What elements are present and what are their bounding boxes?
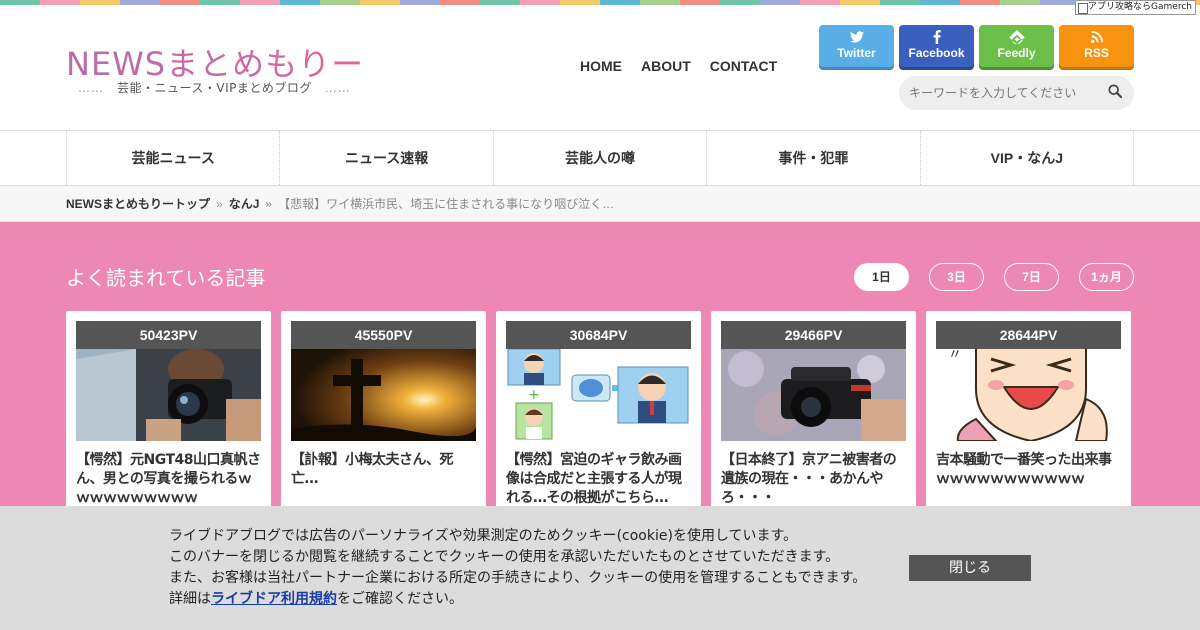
- article-title[interactable]: 【愕然】宮迫のギャラ飲み画像は合成だと主張する人が現れる…その根拠がこちら…: [506, 451, 691, 508]
- category-vip-nanj[interactable]: VIP・なんJ: [919, 131, 1135, 185]
- tagline-dots-right: ……: [324, 81, 351, 95]
- article-title[interactable]: 【訃報】小梅太夫さん、死亡…: [291, 451, 476, 489]
- rss-label: RSS: [1084, 46, 1109, 60]
- article-title[interactable]: 吉本騒動で一番笑った出来事ｗｗｗｗｗｗｗｗｗｗｗ: [936, 451, 1121, 489]
- search-box: [899, 76, 1134, 110]
- pageview-count: 50423PV: [76, 321, 261, 349]
- cookie-banner: ライブドアブログでは広告のパーソナライズや効果測定のためクッキー(cookie)…: [0, 506, 1200, 630]
- top-nav: HOME ABOUT CONTACT: [580, 58, 796, 74]
- tab-3days[interactable]: 3日: [929, 263, 984, 291]
- popular-title: よく読まれている記事: [66, 266, 266, 290]
- article-cards: 50423PV 【愕然】元NGT48山口真帆さん、男との写真を撮られるｗｗｗｗｗ…: [66, 311, 1131, 511]
- category-celebrity-rumors[interactable]: 芸能人の噂: [492, 131, 706, 185]
- category-crime[interactable]: 事件・犯罪: [706, 131, 919, 185]
- breadcrumb-separator: »: [265, 197, 273, 211]
- article-title[interactable]: 【愕然】元NGT48山口真帆さん、男との写真を撮られるｗｗｗｗｗｗｗｗｗｗ: [76, 451, 261, 508]
- cookie-text: ライブドアブログでは広告のパーソナライズや効果測定のためクッキー(cookie)…: [169, 526, 866, 610]
- face-swap-illustration-thumbnail[interactable]: +: [506, 349, 691, 441]
- social-buttons: Twitter Facebook Feedly RSS: [819, 25, 1134, 67]
- terms-link[interactable]: ライブドア利用規約: [211, 591, 337, 607]
- article-card[interactable]: 29466PV 【日本終了】京アニ被害者の遺族の現在・・・あかんやろ・・・: [711, 311, 916, 511]
- cookie-line-suffix: をご確認ください。: [337, 591, 463, 607]
- rss-icon: [1059, 30, 1134, 46]
- article-card[interactable]: 28644PV 〃 吉本騒動で一番笑った出来事ｗｗｗｗｗｗｗｗｗｗｗ: [926, 311, 1131, 511]
- laughing-woman-illustration-thumbnail[interactable]: 〃: [936, 349, 1121, 441]
- twitter-icon: [819, 30, 894, 46]
- cookie-line: ライブドアブログでは広告のパーソナライズや効果測定のためクッキー(cookie)…: [169, 528, 798, 544]
- article-card[interactable]: 50423PV 【愕然】元NGT48山口真帆さん、男との写真を撮られるｗｗｗｗｗ…: [66, 311, 271, 511]
- feedly-button[interactable]: Feedly: [979, 25, 1054, 67]
- nav-about[interactable]: ABOUT: [641, 58, 691, 74]
- site-header: NEWSまとめもりー …… 芸能・ニュース・VIPまとめブログ …… HOME …: [0, 5, 1200, 130]
- cookie-line-prefix: 詳細は: [169, 591, 211, 607]
- pageview-count: 28644PV: [936, 321, 1121, 349]
- article-card[interactable]: 30684PV + 【愕然】宮迫のギャラ飲み画像は合成だと主張する人が現れる…そ…: [496, 311, 701, 511]
- feedly-icon: [979, 30, 1054, 46]
- pageview-count: 29466PV: [721, 321, 906, 349]
- tab-1month[interactable]: 1ヵ月: [1079, 263, 1134, 291]
- twitter-label: Twitter: [837, 46, 876, 60]
- breadcrumb-separator: »: [216, 197, 223, 211]
- article-title[interactable]: 【日本終了】京アニ被害者の遺族の現在・・・あかんやろ・・・: [721, 451, 906, 508]
- period-tabs: 1日 3日 7日 1ヵ月: [854, 263, 1134, 291]
- category-breaking-news[interactable]: ニュース速報: [279, 131, 492, 185]
- category-entertainment-news[interactable]: 芸能ニュース: [66, 131, 279, 185]
- cross-sunset-thumbnail[interactable]: [291, 349, 476, 441]
- cookie-close-button[interactable]: 閉じる: [909, 555, 1031, 581]
- pageview-count: 45550PV: [291, 321, 476, 349]
- video-camera-thumbnail[interactable]: [721, 349, 906, 441]
- article-card[interactable]: 45550PV 【訃報】小梅太夫さん、死亡…: [281, 311, 486, 511]
- feedly-label: Feedly: [997, 46, 1036, 60]
- cookie-line: 詳細はライブドア利用規約をご確認ください。: [169, 589, 866, 610]
- facebook-button[interactable]: Facebook: [899, 25, 974, 67]
- tab-1day[interactable]: 1日: [854, 263, 909, 291]
- nav-home[interactable]: HOME: [580, 58, 622, 74]
- site-tagline: …… 芸能・ニュース・VIPまとめブログ ……: [78, 79, 351, 96]
- cookie-line: また、お客様は当社パートナー企業における所定の手続きにより、クッキーの使用を管理…: [169, 570, 867, 586]
- breadcrumb: NEWSまとめもりートップ » なんJ » 【悲報】ワイ横浜市民、埼玉に住まされる事にな…: [0, 186, 1200, 222]
- tab-7days[interactable]: 7日: [1004, 263, 1059, 291]
- tagline-text: 芸能・ニュース・VIPまとめブログ: [116, 81, 312, 95]
- nav-contact[interactable]: CONTACT: [710, 58, 777, 74]
- breadcrumb-current: 【悲報】ワイ横浜市民、埼玉に住まされる事になり咽び泣く…: [278, 197, 615, 211]
- breadcrumb-category[interactable]: なんJ: [229, 197, 260, 211]
- facebook-icon: [899, 30, 974, 46]
- photographer-thumbnail[interactable]: [76, 349, 261, 441]
- tagline-dots-left: ……: [78, 81, 104, 95]
- search-input[interactable]: [899, 76, 1089, 110]
- facebook-label: Facebook: [908, 46, 965, 60]
- svg-text:+: +: [528, 387, 540, 403]
- category-nav: 芸能ニュース ニュース速報 芸能人の噂 事件・犯罪 VIP・なんJ: [0, 130, 1200, 186]
- rss-button[interactable]: RSS: [1059, 25, 1134, 67]
- cookie-line: このバナーを閉じるか閲覧を継続することでクッキーの使用を承認いただいたものとさせ…: [169, 549, 840, 565]
- pageview-count: 30684PV: [506, 321, 691, 349]
- search-icon[interactable]: [1108, 84, 1124, 100]
- breadcrumb-home[interactable]: NEWSまとめもりートップ: [66, 197, 210, 211]
- svg-text:〃: 〃: [948, 349, 962, 363]
- twitter-button[interactable]: Twitter: [819, 25, 894, 67]
